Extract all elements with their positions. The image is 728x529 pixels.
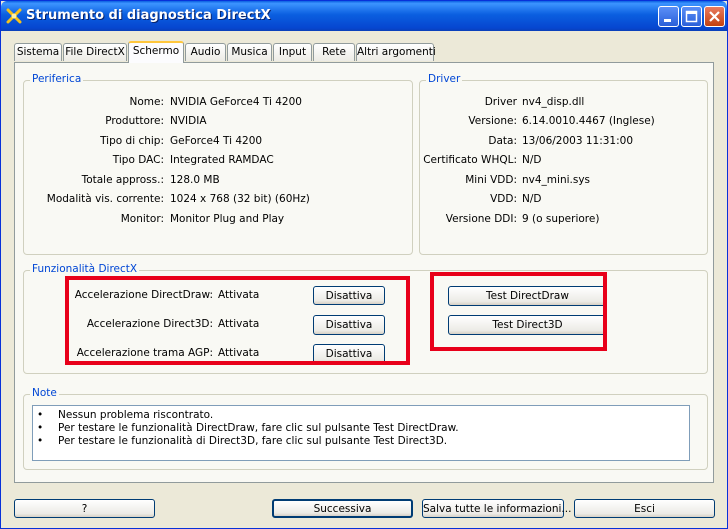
driver-group: Driver Driver nv4_disp.dll Versione: 6.14.… [419, 73, 708, 255]
tab-rete[interactable]: Rete [313, 43, 355, 61]
device-label: Nome: [129, 96, 164, 108]
device-label: Tipo di chip: [100, 135, 164, 147]
notes-group: Note • Nessun problema riscontrato. • Per … [23, 387, 708, 470]
driver-row: Driver nv4_disp.dll [420, 95, 707, 109]
close-icon [709, 11, 720, 22]
note-text: Per testare le funzionalità DirectDraw, … [58, 422, 459, 434]
notes-group-label: Note [30, 387, 59, 399]
device-value: Integrated RAMDAC [170, 154, 274, 166]
title-bar[interactable]: Strumento di diagnostica DirectX [1, 1, 727, 31]
device-label: Monitor: [120, 213, 164, 225]
device-value: 128.0 MB [170, 174, 220, 186]
driver-row: Versione DDI: 9 (o superiore) [420, 212, 707, 226]
note-bullet: • [37, 422, 44, 434]
driver-row: VDD: N/D [420, 192, 707, 206]
tab-label: File DirectX [65, 46, 125, 58]
tab-label: Audio [190, 46, 221, 58]
note-bullet: • [37, 435, 44, 447]
features-group-label: Funzionalità DirectX [30, 263, 140, 275]
maximize-button[interactable] [681, 6, 702, 27]
device-label: Tipo DAC: [112, 154, 164, 166]
driver-row: Certificato WHQL: N/D [420, 153, 707, 167]
device-row: Produttore: NVIDIA [24, 114, 412, 128]
device-label: Produttore: [105, 115, 164, 127]
tab-label: Musica [231, 46, 268, 58]
highlight-box-tests [430, 272, 607, 351]
tab-musica[interactable]: Musica [227, 43, 272, 61]
driver-row: Mini VDD: nv4_mini.sys [420, 173, 707, 187]
help-button[interactable]: ? [14, 499, 155, 518]
driver-value: 9 (o superiore) [522, 213, 600, 225]
client-area: Sistema File DirectX Schermo Audio Music… [4, 31, 724, 526]
driver-value: nv4_disp.dll [522, 96, 585, 108]
device-row: Tipo DAC: Integrated RAMDAC [24, 153, 412, 167]
device-group-label: Periferica [30, 73, 84, 85]
note-text: Nessun problema riscontrato. [58, 409, 214, 421]
driver-label: Data: [488, 135, 517, 147]
exit-button[interactable]: Esci [574, 499, 715, 518]
tab-audio[interactable]: Audio [185, 43, 226, 61]
note-text: Per testare le funzionalità di Direct3D,… [58, 435, 448, 447]
tab-label: Sistema [16, 46, 60, 58]
device-row: Totale appross.: 128.0 MB [24, 173, 412, 187]
driver-value: N/D [522, 193, 542, 205]
tab-label: Input [278, 46, 307, 58]
driver-label: Mini VDD: [465, 174, 517, 186]
device-group: Periferica Nome: NVIDIA GeForce4 Ti 4200 … [23, 73, 413, 255]
tab-sistema[interactable]: Sistema [14, 43, 62, 61]
save-all-button[interactable]: Salva tutte le informazioni... [422, 499, 571, 518]
device-row: Modalità vis. corrente: 1024 x 768 (32 bi… [24, 192, 412, 206]
device-row: Tipo di chip: GeForce4 Ti 4200 [24, 134, 412, 148]
dxdiag-app-icon [6, 8, 22, 24]
driver-row: Versione: 6.14.0010.4467 (Inglese) [420, 114, 707, 128]
device-value: Monitor Plug and Play [170, 213, 285, 225]
driver-value: 6.14.0010.4467 (Inglese) [522, 115, 655, 127]
tab-label: Altri argomenti [357, 46, 436, 58]
device-value: NVIDIA [170, 115, 207, 127]
device-value: 1024 x 768 (32 bit) (60Hz) [170, 193, 310, 205]
driver-label: VDD: [490, 193, 517, 205]
driver-value: nv4_mini.sys [522, 174, 591, 186]
driver-label: Certificato WHQL: [423, 154, 517, 166]
device-value: GeForce4 Ti 4200 [170, 135, 263, 147]
next-button[interactable]: Successiva [272, 499, 413, 518]
device-row: Monitor: Monitor Plug and Play [24, 212, 412, 226]
note-bullet: • [37, 409, 44, 421]
tab-label: Schermo [132, 45, 180, 57]
driver-label: Driver [484, 96, 517, 108]
tab-label: Rete [322, 46, 346, 58]
minimize-icon [664, 19, 671, 22]
minimize-button[interactable] [658, 6, 679, 27]
device-label: Modalità vis. corrente: [46, 193, 164, 205]
driver-value: 13/06/2003 11:31:00 [522, 135, 634, 147]
highlight-box-features [65, 276, 410, 365]
driver-label: Versione DDI: [445, 213, 517, 225]
maximize-icon [685, 10, 698, 23]
dxdiag-window: Strumento di diagnostica DirectX Sistema… [0, 0, 728, 529]
close-button[interactable] [704, 6, 725, 27]
tab-panel-schermo: Periferica Nome: NVIDIA GeForce4 Ti 4200 … [14, 62, 714, 483]
tab-input[interactable]: Input [273, 43, 312, 61]
driver-row: Data: 13/06/2003 11:31:00 [420, 134, 707, 148]
driver-label: Versione: [468, 115, 517, 127]
device-label: Totale appross.: [81, 174, 164, 186]
tab-altri-argomenti[interactable]: Altri argomenti [356, 43, 436, 61]
features-group: Funzionalità DirectX Accelerazione Direc… [23, 263, 708, 374]
tab-file-directx[interactable]: File DirectX [63, 43, 127, 61]
window-title: Strumento di diagnostica DirectX [26, 8, 271, 23]
tab-schermo[interactable]: Schermo [128, 41, 184, 63]
device-row: Nome: NVIDIA GeForce4 Ti 4200 [24, 95, 412, 109]
driver-group-label: Driver [426, 73, 463, 85]
notes-box[interactable]: • Nessun problema riscontrato. • Per testa… [32, 405, 690, 461]
driver-value: N/D [522, 154, 542, 166]
device-value: NVIDIA GeForce4 Ti 4200 [170, 96, 302, 108]
